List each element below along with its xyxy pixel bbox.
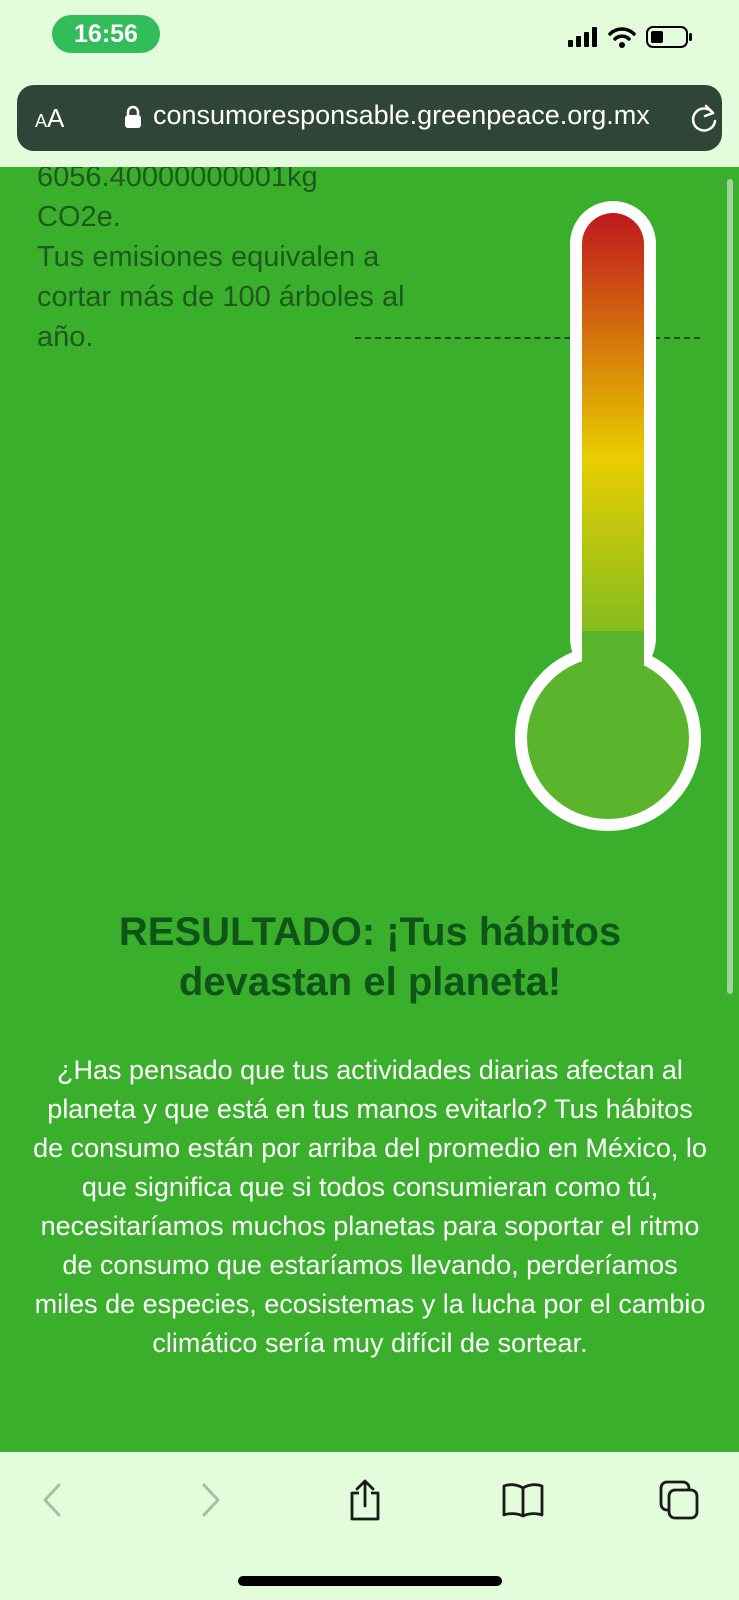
address-bar[interactable]: AA consumoresponsable.greenpeace.org.mx bbox=[17, 85, 722, 151]
result-heading: RESULTADO: ¡Tus hábitos devastan el plan… bbox=[118, 910, 622, 1004]
back-button[interactable] bbox=[27, 1477, 77, 1527]
emissions-line: cortar más de 100 árboles al bbox=[37, 281, 405, 313]
reload-icon[interactable] bbox=[689, 102, 719, 139]
signal-icon bbox=[568, 26, 598, 52]
battery-icon bbox=[646, 25, 694, 54]
back-icon bbox=[39, 1482, 65, 1523]
emissions-line: Tus emisiones equivalen a bbox=[37, 241, 380, 273]
forward-icon bbox=[198, 1482, 224, 1523]
status-icons bbox=[568, 24, 694, 54]
tabs-icon bbox=[658, 1479, 700, 1526]
thermometer bbox=[514, 201, 704, 836]
web-content[interactable]: 6056.40000000001kg CO2e. Tus emisiones e… bbox=[0, 167, 739, 1452]
scrollbar[interactable] bbox=[727, 179, 733, 994]
wifi-icon bbox=[608, 26, 636, 53]
status-time: 16:56 bbox=[52, 15, 160, 53]
emissions-line: 6056.40000000001kg bbox=[37, 167, 318, 193]
result-description: ¿Has pensado que tus actividades diarias… bbox=[33, 1055, 707, 1358]
home-indicator[interactable] bbox=[238, 1576, 502, 1586]
lock-icon bbox=[124, 105, 142, 134]
share-button[interactable] bbox=[340, 1477, 390, 1527]
share-icon bbox=[347, 1479, 383, 1526]
emissions-line: CO2e. bbox=[37, 201, 121, 233]
status-bar: 16:56 bbox=[0, 0, 739, 74]
emissions-text: 6056.40000000001kg CO2e. Tus emisiones e… bbox=[37, 167, 487, 357]
bookmarks-button[interactable] bbox=[498, 1477, 548, 1527]
forward-button[interactable] bbox=[186, 1477, 236, 1527]
bookmarks-icon bbox=[501, 1482, 545, 1523]
tabs-button[interactable] bbox=[654, 1477, 704, 1527]
url-field[interactable]: consumoresponsable.greenpeace.org.mx bbox=[153, 100, 663, 131]
text-size-button[interactable]: AA bbox=[35, 103, 64, 134]
bottom-toolbar bbox=[0, 1452, 739, 1600]
